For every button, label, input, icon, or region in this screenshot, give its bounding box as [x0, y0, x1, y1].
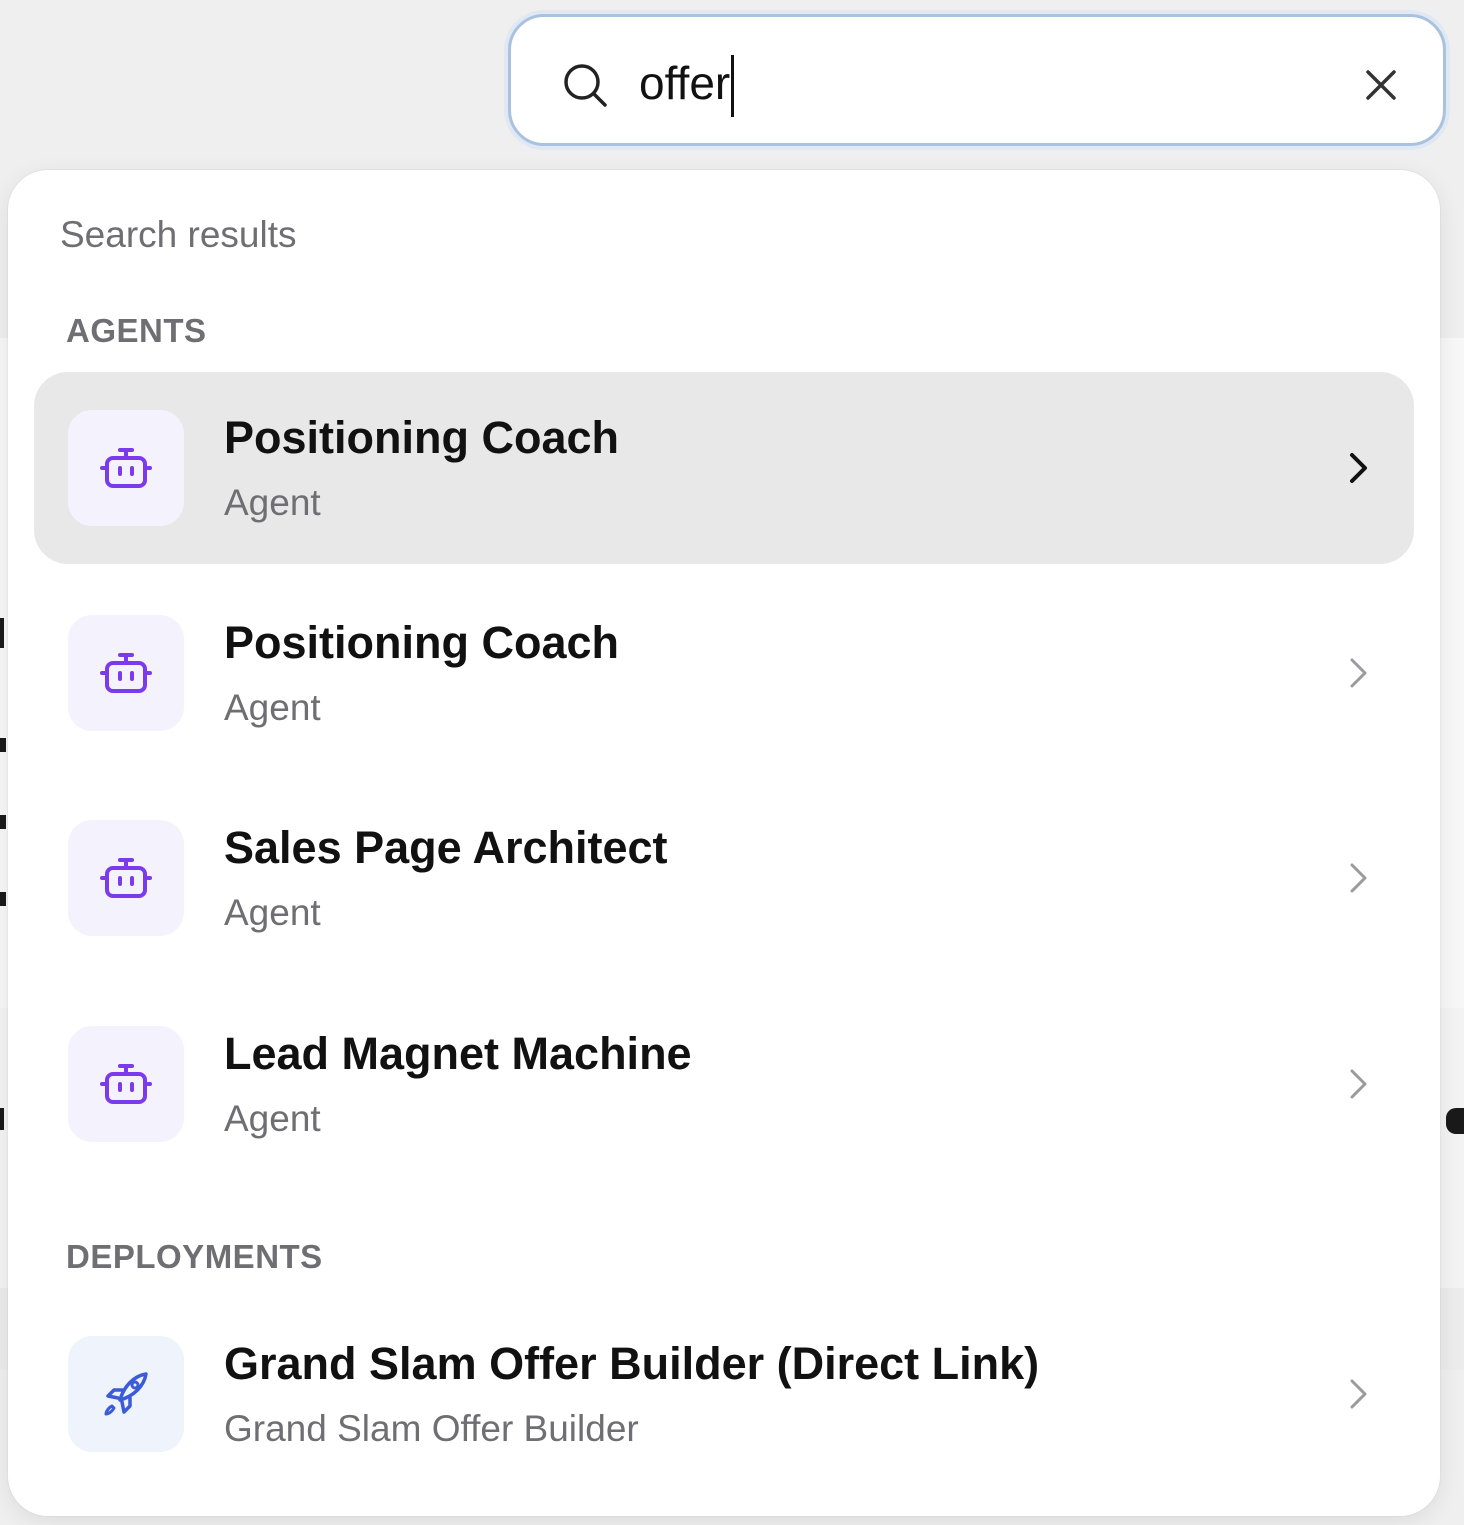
result-icon-box [68, 1336, 184, 1452]
search-results-panel: Search results AGENTS Positioning Coach … [8, 170, 1440, 1516]
result-title: Positioning Coach [224, 412, 620, 463]
result-subtitle: Agent [224, 1098, 321, 1139]
robot-icon [100, 448, 152, 488]
result-title: Sales Page Architect [224, 822, 668, 873]
robot-icon [100, 653, 152, 693]
robot-icon [100, 858, 152, 898]
results-title: Search results [60, 214, 297, 255]
chevron-right-icon [1350, 453, 1367, 483]
result-subtitle: Agent [224, 687, 321, 728]
search-icon [564, 64, 607, 107]
section-label-agents: AGENTS [66, 312, 207, 349]
chevron-right-icon [1350, 1069, 1367, 1099]
background-text-fragment [0, 1108, 4, 1130]
result-row[interactable]: Grand Slam Offer Builder (Direct Link) G… [34, 1298, 1414, 1490]
result-icon-box [68, 615, 184, 731]
robot-icon [100, 1064, 152, 1104]
background-text-fragment [0, 892, 6, 906]
chevron-right-icon [1350, 863, 1367, 893]
result-subtitle: Agent [224, 892, 321, 933]
result-icon-box [68, 410, 184, 526]
result-subtitle: Grand Slam Offer Builder [224, 1408, 639, 1449]
background-text-fragment [0, 815, 6, 829]
result-icon-box [68, 1026, 184, 1142]
result-row[interactable]: Positioning Coach Agent [34, 577, 1414, 769]
result-subtitle: Agent [224, 482, 321, 523]
close-icon[interactable] [1363, 67, 1399, 103]
rocket-icon [104, 1372, 148, 1416]
background-text-fragment [0, 618, 4, 648]
result-icon-box [68, 820, 184, 936]
result-row[interactable]: Positioning Coach Agent [34, 372, 1414, 564]
background-text-fragment [0, 738, 6, 752]
search-box[interactable] [508, 14, 1446, 146]
text-caret [731, 55, 734, 117]
chevron-right-icon [1350, 1379, 1367, 1409]
background-text-fragment [1446, 1108, 1464, 1134]
result-title: Lead Magnet Machine [224, 1028, 692, 1079]
result-title: Positioning Coach [224, 617, 620, 668]
result-title: Grand Slam Offer Builder (Direct Link) [224, 1338, 1040, 1389]
result-row[interactable]: Lead Magnet Machine Agent [34, 988, 1414, 1180]
search-input[interactable] [639, 47, 1319, 119]
result-row[interactable]: Sales Page Architect Agent [34, 782, 1414, 974]
chevron-right-icon [1350, 658, 1367, 688]
section-label-deployments: DEPLOYMENTS [66, 1238, 323, 1275]
